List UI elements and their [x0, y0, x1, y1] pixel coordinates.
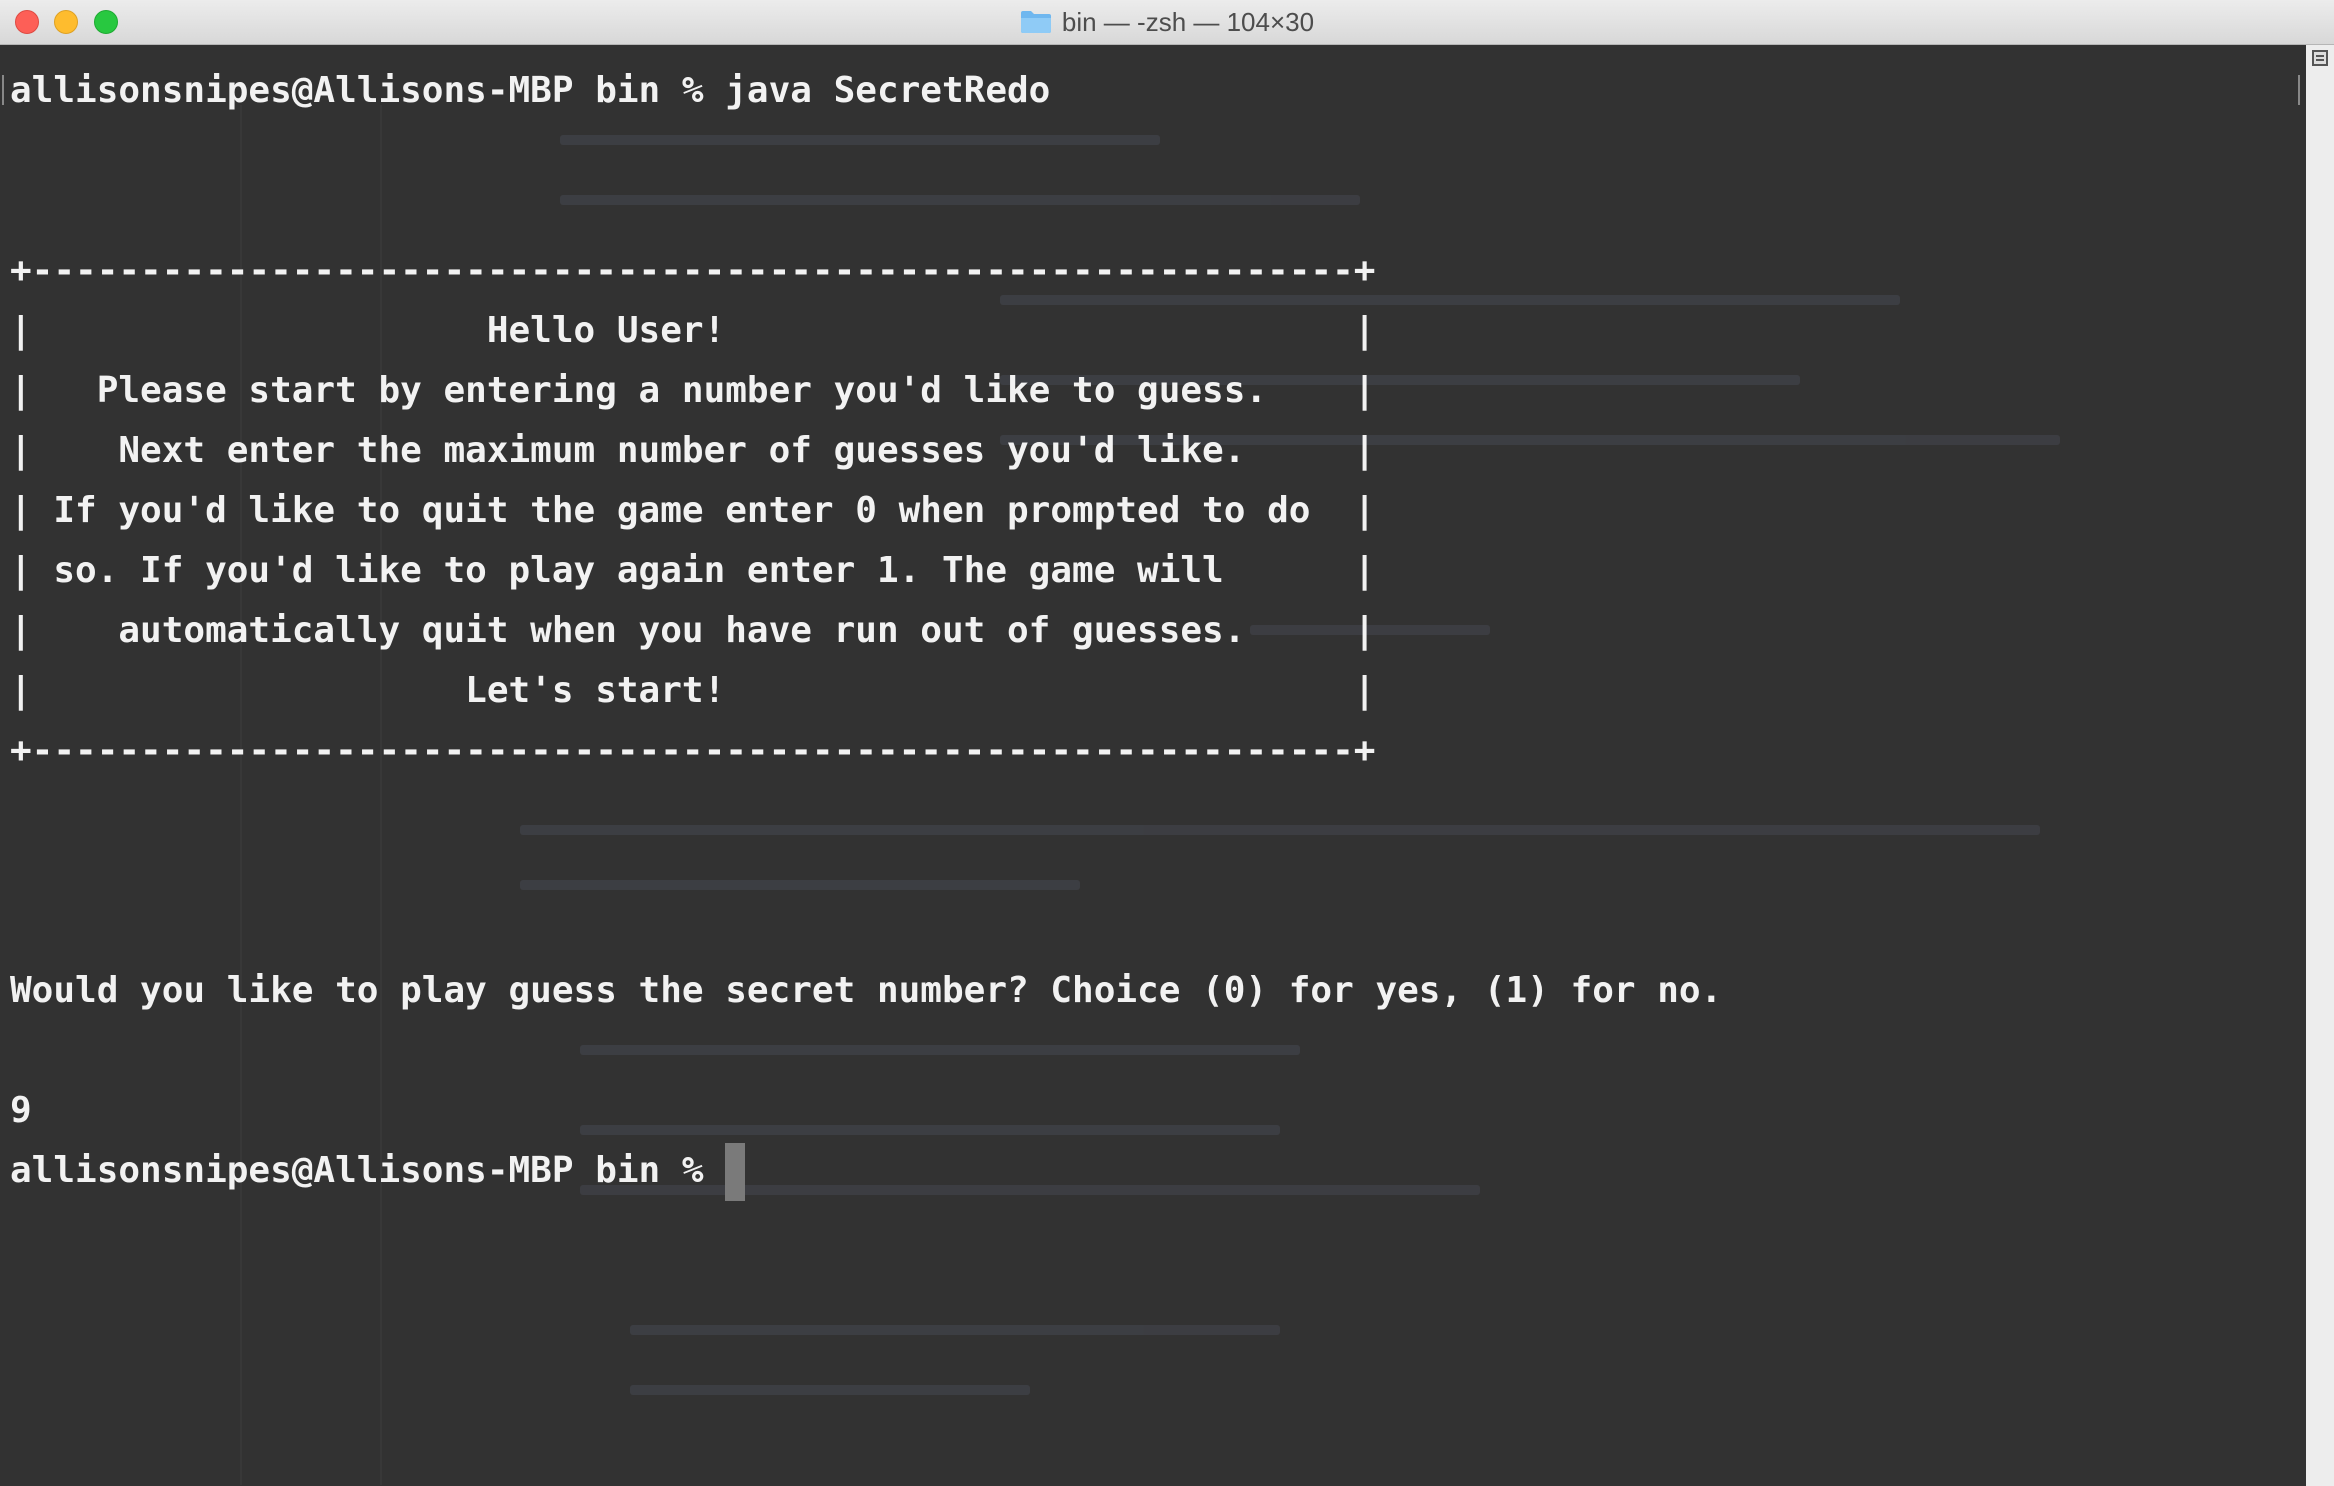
title-bar[interactable]: bin — -zsh — 104×30 [0, 0, 2334, 45]
terminal-line: | Let's start! | [10, 670, 1376, 711]
terminal-line: 9 [10, 1090, 32, 1131]
scrollbar-toggle-button[interactable] [2312, 50, 2328, 66]
scrollbar[interactable] [2306, 45, 2334, 1486]
terminal-content[interactable]: allisonsnipes@Allisons-MBP bin % java Se… [0, 45, 2334, 1486]
window-title-container: bin — -zsh — 104×30 [0, 0, 2334, 44]
terminal-line: +---------------------------------------… [10, 730, 1376, 771]
terminal-output: allisonsnipes@Allisons-MBP bin % java Se… [10, 61, 1722, 1201]
terminal-line: | Next enter the maximum number of guess… [10, 430, 1376, 471]
terminal-line: | Hello User! | [10, 310, 1376, 351]
terminal-line: allisonsnipes@Allisons-MBP bin % [10, 1141, 1722, 1201]
folder-icon [1020, 10, 1052, 34]
window-title: bin — -zsh — 104×30 [1061, 6, 1315, 37]
terminal-line: +---------------------------------------… [10, 250, 1376, 291]
terminal-line: | If you'd like to quit the game enter 0… [10, 490, 1376, 531]
terminal-line: | automatically quit when you have run o… [10, 610, 1376, 651]
terminal-line: | Please start by entering a number you'… [10, 370, 1376, 411]
terminal-window: bin — -zsh — 104×30 allisonsnipes@Alliso… [0, 0, 2334, 1486]
right-margin-marker [2298, 75, 2300, 105]
terminal-line: allisonsnipes@Allisons-MBP bin % java Se… [10, 70, 1051, 111]
text-cursor [725, 1143, 746, 1201]
terminal-line: | so. If you'd like to play again enter … [10, 550, 1376, 591]
terminal-line: Would you like to play guess the secret … [10, 970, 1723, 1011]
left-margin-marker [2, 75, 4, 105]
